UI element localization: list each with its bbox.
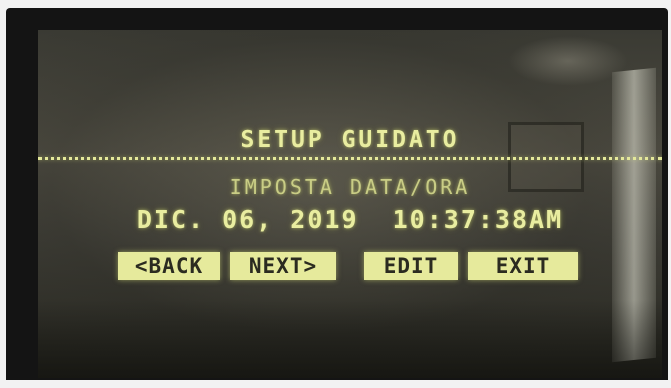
exit-button[interactable]: EXIT [468,252,578,280]
page-title: SETUP GUIDATO [240,127,460,153]
lcd-screen: SETUP GUIDATO IMPOSTA DATA/ORA DIC. 06, … [38,30,662,378]
photo-background: SETUP GUIDATO IMPOSTA DATA/ORA DIC. 06, … [0,0,671,388]
title-divider [38,157,662,160]
next-button[interactable]: NEXT> [230,252,336,280]
back-button[interactable]: <BACK [118,252,220,280]
edit-button[interactable]: EDIT [364,252,458,280]
softkey-bar: <BACK NEXT> EDIT EXIT [118,252,588,280]
lcd-content: SETUP GUIDATO IMPOSTA DATA/ORA DIC. 06, … [38,30,662,378]
datetime-value: DIC. 06, 2019 10:37:38AM [136,205,564,234]
page-subtitle: IMPOSTA DATA/ORA [229,175,471,199]
